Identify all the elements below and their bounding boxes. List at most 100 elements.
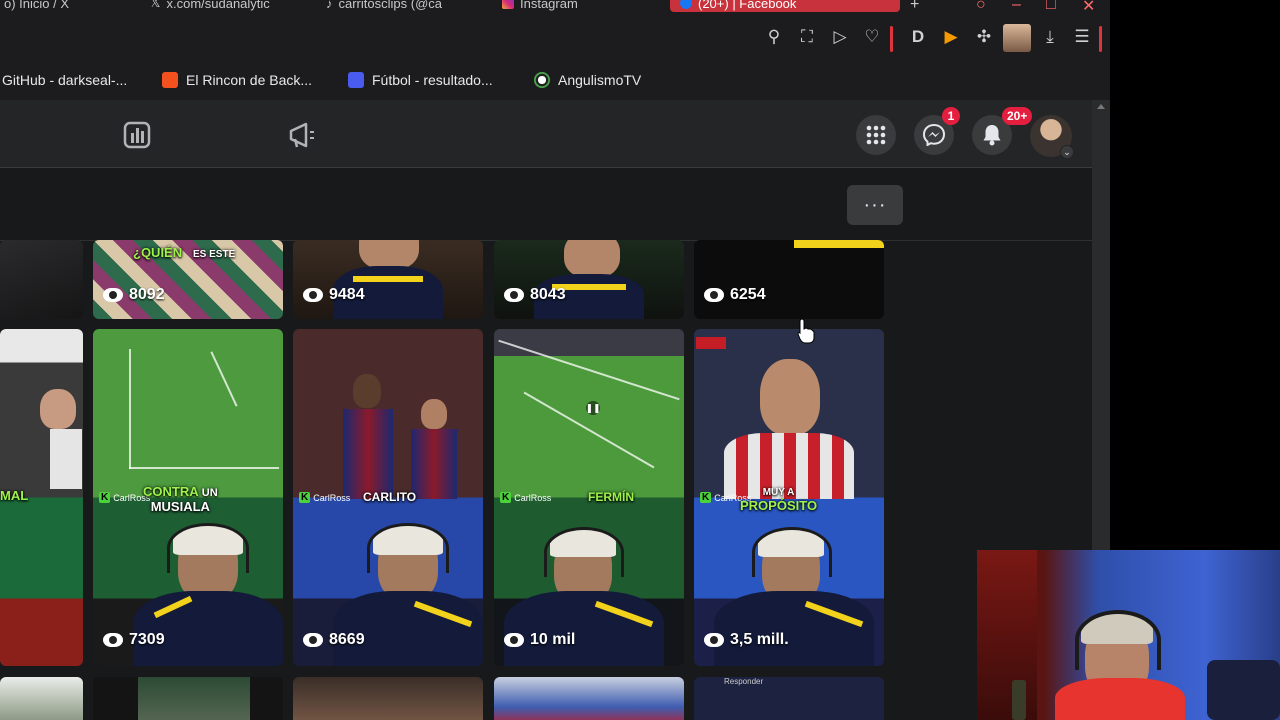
more-options-button[interactable]: ··· [847, 185, 903, 225]
view-count-label: 8043 [530, 286, 566, 303]
grid-icon [866, 125, 886, 145]
pitch-line [210, 351, 238, 407]
headset [752, 527, 832, 577]
face [421, 399, 447, 429]
tab-x-home[interactable]: o) Inicio / X [4, 0, 69, 12]
tab-instagram[interactable]: Instagram [502, 0, 578, 12]
extension-d-icon[interactable]: D [907, 26, 929, 48]
bookmark-label: GitHub - darkseal-... [2, 72, 128, 88]
search-icon[interactable]: ○ [976, 0, 986, 14]
bell-icon [983, 125, 1001, 146]
bookmark-angulismo[interactable]: AngulismoTV [534, 70, 641, 90]
new-tab-icon[interactable]: + [910, 0, 919, 14]
view-count-label: 8669 [329, 631, 365, 648]
curtain [977, 550, 1037, 720]
heart-icon[interactable]: ♡ [861, 26, 883, 48]
pause-icon[interactable]: ❚❚ [585, 401, 601, 415]
puzzle-icon[interactable]: ✣ [973, 26, 995, 48]
view-count-label: 6254 [730, 286, 766, 303]
reel-thumbnail[interactable]: K CarlRoss CARLITO 8669 [293, 329, 483, 666]
close-icon[interactable]: ✕ [1082, 0, 1095, 16]
facebook-header: 1 20+ [0, 100, 1092, 168]
bookmark-github[interactable]: GitHub - darkseal-... [2, 70, 127, 90]
menu-grid-button[interactable] [856, 115, 896, 155]
tab-strip: o) Inicio / X 𝕏x.com/sudanalytic ♪ carrit… [0, 0, 1110, 16]
reel-thumbnail[interactable]: ❚❚ K CarlRoss FERMÍN 10 mil [494, 329, 684, 666]
jersey [333, 591, 483, 666]
reel-thumbnail[interactable]: 6254 [694, 240, 884, 319]
headset [367, 523, 449, 573]
extension-play-icon[interactable]: ▶ [940, 26, 962, 48]
chevron-down-icon[interactable]: ⌄ [1060, 145, 1074, 159]
tab-label: Instagram [520, 0, 578, 11]
reel-thumbnail[interactable] [0, 240, 83, 319]
eye-icon [704, 633, 724, 647]
reel-thumbnail[interactable] [0, 677, 83, 720]
tab-facebook[interactable]: (20+) | Facebook [670, 0, 900, 12]
megaphone-icon[interactable] [288, 120, 318, 150]
reel-thumbnail[interactable]: ¿QUIÉN ES ESTE 8092 [93, 240, 283, 319]
brand-label: CarlRoss [313, 492, 351, 503]
bookmark-label: AngulismoTV [558, 72, 642, 88]
eye-icon [103, 633, 123, 647]
reel-view-count: 7309 [103, 631, 165, 649]
reel-thumbnail[interactable] [494, 677, 684, 720]
browser-profile-avatar[interactable] [1003, 24, 1031, 52]
screenshot-icon[interactable]: ⛶ [796, 26, 818, 48]
bookmark-label: El Rincon de Back... [186, 72, 313, 88]
jersey [411, 429, 457, 499]
blogger-icon [162, 72, 178, 88]
reel-thumbnail[interactable]: Responder [694, 677, 884, 720]
view-count-label: 10 mil [530, 631, 576, 648]
reel-thumbnail[interactable]: MAL [0, 329, 83, 666]
menu-icon[interactable]: ☰ [1071, 26, 1093, 48]
reel-caption: FERMÍN [588, 490, 634, 504]
pin-icon[interactable]: ⚲ [763, 26, 785, 48]
reel-caption: ¿QUIÉN [133, 245, 183, 260]
reel-caption: CONTRA UN MUSIALA [143, 485, 218, 513]
separator [890, 26, 893, 52]
stripe [353, 276, 423, 282]
face [40, 389, 76, 429]
hand-cursor-icon [797, 318, 815, 344]
caption-part: MUSIALA [150, 499, 210, 514]
view-count-label: 7309 [129, 631, 165, 648]
eye-icon [504, 633, 524, 647]
reel-caption: CARLITO [363, 490, 417, 504]
x-icon: 𝕏 [150, 0, 161, 10]
eye-icon [704, 288, 724, 302]
reel-caption: ES ESTE [193, 249, 236, 260]
reel-thumbnail[interactable]: 8043 [494, 240, 684, 319]
play-icon[interactable]: ▷ [829, 26, 851, 48]
minimize-icon[interactable]: – [1012, 0, 1021, 14]
download-icon[interactable]: ⤓ [1039, 26, 1061, 48]
reel-view-count: 8669 [303, 631, 365, 649]
browser-toolbar: ⚲ ⛶ ▷ ♡ D ▶ ✣ ⤓ ☰ [0, 16, 1110, 60]
ads-manager-icon[interactable] [122, 120, 152, 150]
streamer-shirt [1055, 678, 1185, 720]
reel-thumbnail[interactable]: 9484 [293, 240, 483, 319]
maximize-icon[interactable]: □ [1046, 0, 1056, 14]
scroll-up-icon[interactable] [1097, 104, 1105, 109]
tab-label: x.com/sudanalytic [166, 0, 270, 11]
video-frame [138, 677, 250, 720]
bookmark-futbol[interactable]: Fútbol - resultado... [348, 70, 493, 90]
reel-thumbnail[interactable]: K CarlRoss MUY A PROPÓSITO 3,5 mill. [694, 329, 884, 666]
reel-thumbnail[interactable]: K CarlRoss CONTRA UN MUSIALA 7309 [93, 329, 283, 666]
view-count-label: 3,5 mill. [730, 631, 789, 648]
reel-thumbnail[interactable] [293, 677, 483, 720]
reel-thumbnail[interactable] [93, 677, 283, 720]
tab-label: carritosclips (@ca [338, 0, 443, 11]
messenger-badge: 1 [942, 107, 960, 125]
soccer-ball-icon [534, 72, 550, 88]
bookmarks-bar: GitHub - darkseal-... El Rincon de Back.… [0, 60, 1110, 100]
eye-icon [303, 288, 323, 302]
bookmark-rincon[interactable]: El Rincon de Back... [162, 70, 312, 90]
caption-part: UN [201, 487, 218, 499]
tab-label: (20+) | Facebook [698, 0, 797, 11]
notifications-button[interactable]: 20+ [972, 107, 1033, 155]
messenger-button[interactable]: 1 [914, 107, 960, 155]
tab-x-profile[interactable]: 𝕏x.com/sudanalytic [150, 0, 270, 12]
tab-tiktok[interactable]: ♪ carritosclips (@ca [326, 0, 442, 12]
brand-label: CarlRoss [514, 492, 552, 503]
